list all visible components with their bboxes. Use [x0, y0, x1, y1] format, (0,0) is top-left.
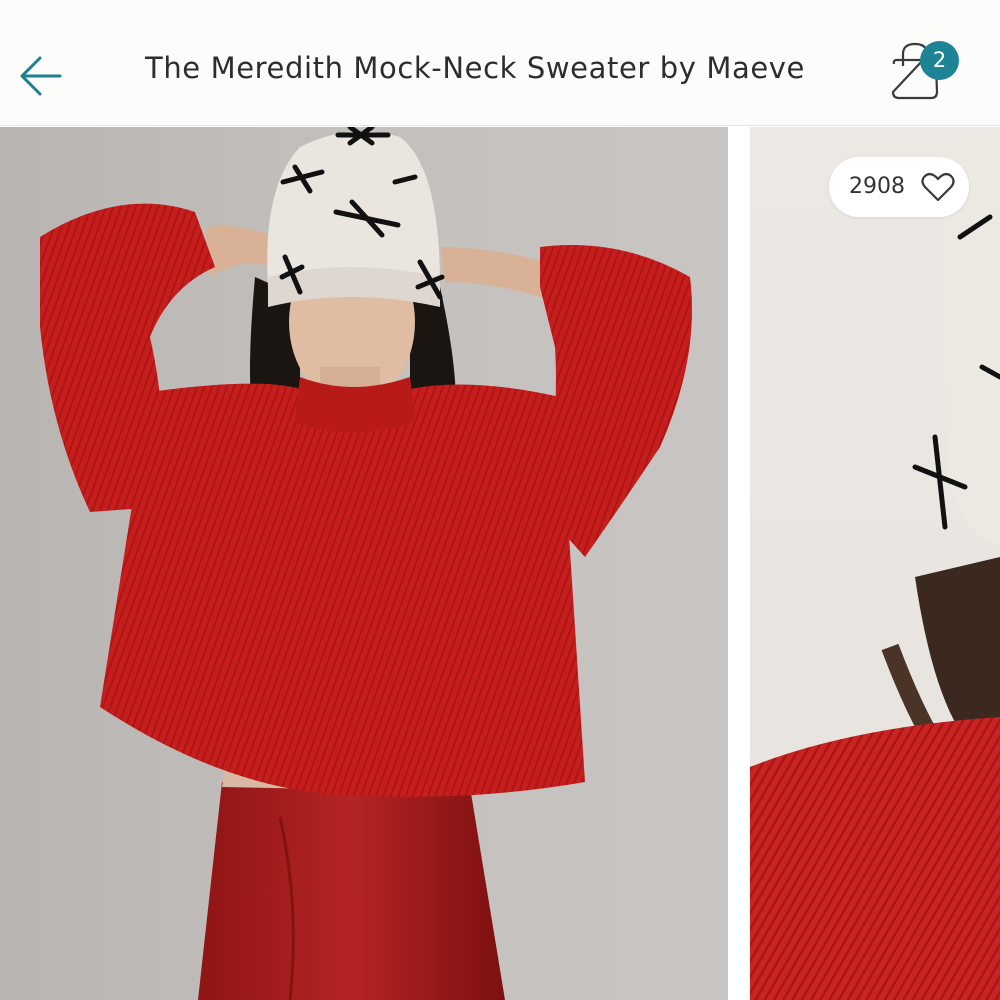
- product-image-carousel[interactable]: 2908: [0, 127, 1000, 1000]
- product-image-main[interactable]: [0, 127, 728, 1000]
- cart-count-badge: 2: [920, 41, 959, 80]
- arrow-left-icon: [20, 56, 62, 96]
- heart-outline-icon: [921, 172, 955, 202]
- product-image-next[interactable]: [750, 127, 1000, 1000]
- top-bar: The Meredith Mock-Neck Sweater by Maeve …: [0, 0, 1000, 126]
- favorite-button[interactable]: 2908: [829, 157, 969, 217]
- likes-count: 2908: [849, 174, 905, 199]
- back-button[interactable]: [16, 48, 68, 104]
- product-title: The Meredith Mock-Neck Sweater by Maeve: [145, 51, 805, 85]
